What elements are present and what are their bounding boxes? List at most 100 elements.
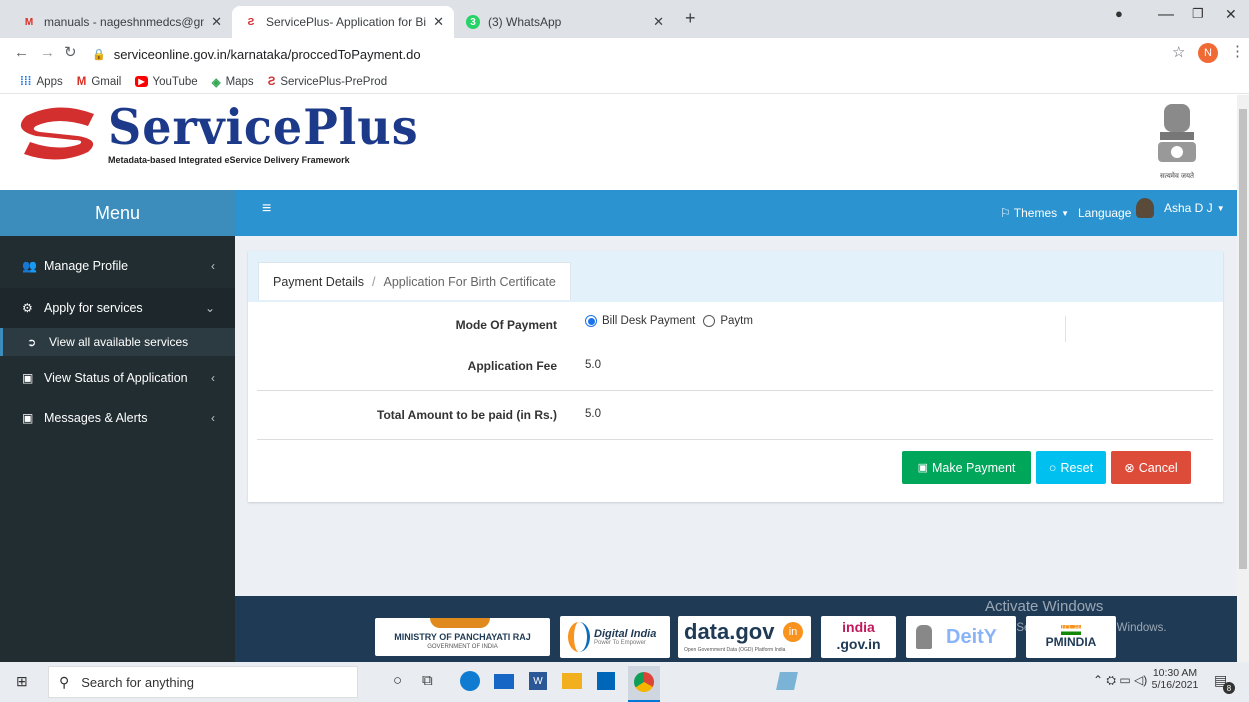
search-icon: ⚲ [59, 673, 70, 690]
caret-down-icon: ▼ [1216, 203, 1225, 213]
lock-icon: 🔒 [92, 48, 106, 61]
panchayati-raj-logo: MINISTRY OF PANCHAYATI RAJ GOVERNMENT OF… [375, 618, 550, 656]
money-icon: ▣ [917, 462, 929, 474]
sidebar-item-view-services[interactable]: ➲ View all available services [0, 328, 235, 356]
sidebar-item-apply-services[interactable]: ⚙ Apply for services ⌄ [0, 288, 235, 328]
maps-icon: ◈ [211, 76, 221, 89]
app-icon[interactable] [776, 672, 798, 690]
browser-tab-bar: M manuals - nageshnmedcs@gmai ✕ Ƨ Servic… [0, 0, 1249, 38]
notification-count: 8 [1223, 682, 1235, 694]
bookmark-gmail[interactable]: M Gmail [77, 76, 122, 88]
hamburger-icon[interactable]: ≡ [262, 200, 271, 218]
chevron-down-icon: ⌄ [204, 301, 215, 315]
bookmark-youtube[interactable]: ▶ YouTube [135, 76, 198, 88]
arrow-circle-icon: ➲ [27, 336, 37, 349]
extension-icon[interactable]: ● [1115, 6, 1123, 21]
store-icon[interactable] [597, 672, 615, 690]
edge-icon[interactable] [460, 671, 480, 691]
back-icon[interactable]: ← [14, 44, 29, 61]
scrollbar-thumb[interactable] [1239, 109, 1247, 569]
windows-taskbar: ⊞ ⚲ Search for anything ○ ⧉ W ⌃ ⛭ ▭ ◁) 10… [0, 662, 1249, 702]
chevron-left-icon: ‹ [211, 411, 215, 425]
panchayati-emblem-icon [430, 618, 490, 628]
clock[interactable]: 10:30 AM 5/16/2021 [1150, 667, 1200, 691]
datagov-in-icon: in [783, 622, 803, 642]
caret-down-icon: ▼ [1061, 208, 1070, 218]
reload-icon[interactable]: ↻ [64, 43, 77, 61]
sidebar-item-messages[interactable]: ▣ Messages & Alerts ‹ [0, 398, 235, 438]
forward-icon[interactable]: → [40, 44, 55, 61]
minimize-icon[interactable]: — [1158, 6, 1174, 24]
new-tab-button[interactable]: + [685, 8, 696, 29]
chrome-icon [634, 672, 654, 692]
apps-icon: ⁞⁞⁞ [20, 75, 32, 88]
bookmark-star-icon[interactable]: ☆ [1172, 43, 1185, 61]
datagov-logo: data.gov in Open Government Data (OGD) P… [678, 616, 811, 658]
close-tab-icon[interactable]: ✕ [433, 14, 444, 30]
bookmark-apps[interactable]: ⁞⁞⁞ Apps [20, 76, 63, 88]
national-emblem-icon [1158, 104, 1196, 162]
flag-icon: ⚐ [1000, 206, 1011, 220]
application-fee-value: 5.0 [585, 359, 601, 371]
tab-serviceplus[interactable]: Ƨ ServicePlus- Application for Birth ✕ [232, 6, 454, 38]
sidebar: 👥 Manage Profile ‹ ⚙ Apply for services ⌄ ➲ V… [0, 236, 235, 662]
mode-of-payment-label: Mode Of Payment [455, 318, 557, 332]
gmail-icon: M [76, 75, 87, 88]
user-dropdown[interactable]: Asha D J ▼ [1136, 198, 1225, 218]
file-explorer-icon[interactable] [562, 673, 582, 689]
india-gov-logo: india .gov.in [821, 616, 896, 658]
bookmark-serviceplus[interactable]: Ƨ ServicePlus-PreProd [268, 76, 387, 88]
application-fee-label: Application Fee [467, 359, 557, 373]
page-scrollbar[interactable] [1237, 95, 1249, 662]
whatsapp-icon: 3 [466, 15, 480, 29]
close-window-icon[interactable]: ✕ [1225, 6, 1237, 23]
windows-start-icon[interactable]: ⊞ [16, 673, 28, 690]
chevron-left-icon: ‹ [211, 259, 215, 273]
radio-bill-desk[interactable] [585, 315, 597, 327]
themes-dropdown[interactable]: ⚐ Themes ▼ [1000, 206, 1069, 220]
word-icon[interactable]: W [529, 672, 547, 690]
task-view-icon[interactable]: ⧉ [422, 672, 433, 689]
menu-kebab-icon[interactable]: ⋮ [1230, 42, 1245, 60]
digital-india-icon [568, 622, 590, 652]
users-icon: 👥 [22, 259, 37, 273]
digital-india-logo: Digital India Power To Empower [560, 616, 670, 658]
partner-footer: MINISTRY OF PANCHAYATI RAJ GOVERNMENT OF… [235, 596, 1237, 662]
url-field[interactable]: 🔒 serviceonline.gov.in/karnataka/procced… [92, 42, 1142, 66]
radio-paytm[interactable] [703, 315, 716, 327]
tray-icons[interactable]: ⌃ ⛭ ▭ ◁) [1093, 673, 1147, 688]
user-avatar [1136, 198, 1154, 218]
divider [1065, 316, 1066, 342]
logo-text: ServicePlus [108, 98, 419, 156]
payment-mode-group: Bill Desk Payment Paytm [585, 315, 753, 327]
serviceplus-icon: Ƨ [247, 16, 255, 28]
taskbar-search-input[interactable]: ⚲ Search for anything [48, 666, 358, 698]
divider [257, 390, 1213, 391]
tab-whatsapp[interactable]: 3 (3) WhatsApp ✕ [454, 6, 676, 38]
menu-header: Menu [0, 190, 235, 236]
message-icon: ▣ [22, 411, 34, 425]
divider [257, 439, 1213, 440]
youtube-icon: ▶ [135, 76, 148, 87]
mail-icon[interactable] [494, 674, 514, 689]
list-icon: ▣ [22, 371, 34, 385]
breadcrumb-current: Application For Birth Certificate [383, 274, 556, 289]
activate-windows-subtitle: Go to Settings to activate Windows. [985, 622, 1167, 634]
tab-gmail[interactable]: M manuals - nageshnmedcs@gmai ✕ [10, 6, 232, 38]
sidebar-item-manage-profile[interactable]: 👥 Manage Profile ‹ [0, 246, 235, 286]
restore-icon[interactable]: ❐ [1192, 6, 1204, 22]
serviceplus-icon: Ƨ [267, 75, 276, 88]
language-dropdown[interactable]: Language▼ [1078, 206, 1143, 220]
breadcrumb-payment-details: Payment Details [273, 274, 365, 289]
sidebar-item-view-status[interactable]: ▣ View Status of Application ‹ [0, 358, 235, 398]
close-tab-icon[interactable]: ✕ [653, 14, 664, 30]
close-tab-icon[interactable]: ✕ [211, 14, 222, 30]
cortana-icon[interactable]: ○ [393, 672, 402, 689]
total-amount-label: Total Amount to be paid (in Rs.) [377, 408, 557, 422]
reset-button[interactable]: ○ Reset [1036, 451, 1106, 484]
cancel-button[interactable]: ⊗ Cancel [1111, 451, 1191, 484]
bookmark-maps[interactable]: ◈ Maps [212, 75, 254, 89]
breadcrumb: Payment Details / Application For Birth … [258, 262, 571, 300]
make-payment-button[interactable]: ▣ Make Payment [902, 451, 1031, 484]
profile-avatar[interactable]: N [1198, 43, 1218, 63]
